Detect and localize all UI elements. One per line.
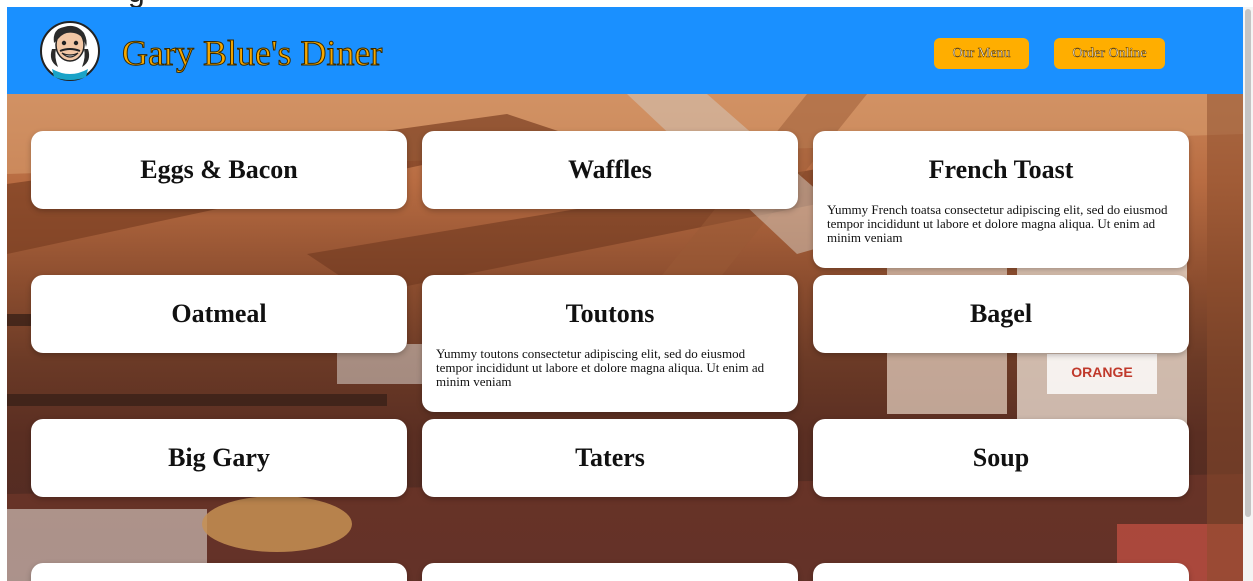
menu-card-title: Bagel (969, 299, 1033, 328)
menu-card-title: Eggs & Bacon (140, 155, 298, 184)
menu-card-bagel[interactable]: Bagel (813, 275, 1189, 353)
menu-card-partial[interactable] (31, 563, 407, 581)
menu-card-partial[interactable] (422, 563, 798, 581)
menu-card-waffles[interactable]: Waffles (422, 131, 798, 209)
logo-icon[interactable] (40, 21, 100, 81)
menu-card-title: Waffles (568, 155, 652, 184)
menu-card-toutons[interactable]: Toutons Yummy toutons consectetur adipis… (422, 275, 798, 412)
menu-card-partial[interactable] (813, 563, 1189, 581)
svg-text:ORANGE: ORANGE (1071, 364, 1132, 380)
menu-card-soup[interactable]: Soup (813, 419, 1189, 497)
menu-card-oatmeal[interactable]: Oatmeal (31, 275, 407, 353)
menu-card-title: Big Gary (168, 443, 270, 472)
menu-card-french-toast[interactable]: French Toast Yummy French toatsa consect… (813, 131, 1189, 268)
menu-card-description: Yummy toutons consectetur adipiscing eli… (436, 346, 765, 389)
menu-card-big-gary[interactable]: Big Gary (31, 419, 407, 497)
menu-card-taters[interactable]: Taters (422, 419, 798, 497)
menu-card-title: Oatmeal (171, 299, 267, 328)
menu-card-title: Toutons (565, 299, 655, 328)
site-header: Gary Blue's Diner Our Menu Order Online (7, 7, 1243, 94)
brand-title[interactable]: Gary Blue's Diner (121, 33, 382, 74)
menu-card-title: French Toast (928, 155, 1074, 184)
menu-card-title: Soup (972, 443, 1030, 472)
scrollbar-thumb[interactable] (1245, 9, 1251, 517)
our-menu-button[interactable]: Our Menu (934, 38, 1029, 69)
order-online-button[interactable]: Order Online (1054, 38, 1165, 69)
menu-card-title: Taters (575, 443, 645, 472)
page-viewport: Gary Blue's Diner Our Menu Order Online … (7, 7, 1243, 581)
hero-background: ORANGE Eggs & Bacon Waffles French Toast… (7, 94, 1243, 581)
menu-card-eggs-bacon[interactable]: Eggs & Bacon (31, 131, 407, 209)
page-scrollbar[interactable] (1243, 7, 1253, 581)
menu-card-description: Yummy French toatsa consectetur adipisci… (827, 202, 1168, 245)
